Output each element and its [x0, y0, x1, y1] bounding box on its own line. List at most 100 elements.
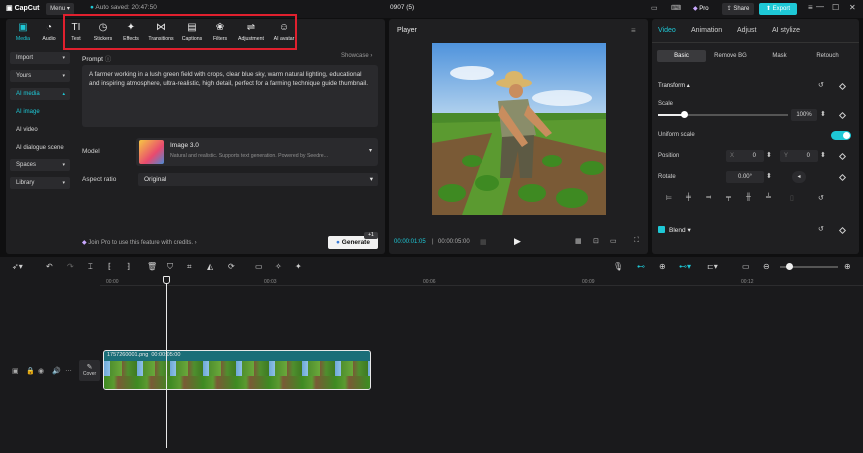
- caption-track-icon[interactable]: ▭: [742, 262, 750, 271]
- flip-icon[interactable]: ▯: [790, 194, 794, 202]
- ai-tool-icon[interactable]: ✦: [295, 262, 302, 271]
- align-right-icon[interactable]: ⫤: [706, 194, 711, 202]
- track-thumbnail-icon[interactable]: ▣: [12, 367, 19, 375]
- rotate-field[interactable]: 0.00°: [726, 171, 764, 183]
- stepper-icon[interactable]: ⬍: [820, 110, 826, 118]
- timecode-icon[interactable]: ▦: [480, 238, 487, 246]
- lock-icon[interactable]: 🔒: [26, 367, 35, 375]
- share-button[interactable]: ⇪ Share: [722, 3, 754, 15]
- magic-icon[interactable]: ✧: [275, 262, 282, 271]
- split-left-icon[interactable]: ⁅: [108, 262, 111, 271]
- more-icon[interactable]: …: [65, 366, 72, 373]
- subtab-retouch[interactable]: Retouch: [804, 50, 851, 62]
- resolution-icon[interactable]: ▭: [610, 237, 617, 245]
- align-center-h-icon[interactable]: ╪: [686, 194, 691, 201]
- stepper-icon[interactable]: ⬍: [820, 151, 826, 159]
- auto-snap-icon[interactable]: ⊷▾: [679, 262, 691, 271]
- zoom-in-icon[interactable]: ⊕: [844, 262, 851, 271]
- model-select[interactable]: Image 3.0 Natural and realistic. Support…: [136, 138, 378, 166]
- stepper-icon[interactable]: ⬍: [766, 151, 772, 159]
- nav-spaces-label: Spaces: [16, 162, 37, 168]
- aspect-select[interactable]: Original ▾: [138, 173, 378, 186]
- freeze-icon[interactable]: ▭: [255, 262, 263, 271]
- video-clip[interactable]: 1757260001.png 00:00:05:00: [103, 350, 371, 390]
- eye-icon[interactable]: ◉: [38, 367, 44, 375]
- playhead[interactable]: [166, 276, 167, 448]
- y-label: Y: [784, 153, 789, 159]
- scale-value-field[interactable]: 100%: [791, 109, 817, 121]
- nav-ai-media[interactable]: AI media ▴: [10, 88, 70, 100]
- zoom-slider-track[interactable]: [780, 263, 838, 270]
- layout-icon[interactable]: ▭: [651, 4, 658, 12]
- zoom-out-icon[interactable]: ⊖: [763, 262, 770, 271]
- nav-spaces[interactable]: Spaces ▾: [10, 159, 70, 171]
- nav-import[interactable]: Import ▾: [10, 52, 70, 64]
- tab-animation[interactable]: Animation: [691, 27, 722, 34]
- nav-yours[interactable]: Yours ▾: [10, 70, 70, 82]
- subtab-basic[interactable]: Basic: [657, 50, 706, 62]
- rotate-icon[interactable]: ⟳: [228, 262, 235, 271]
- keyboard-icon[interactable]: ⌨: [671, 4, 681, 12]
- rotate-dial[interactable]: ◂: [792, 171, 806, 183]
- toolbar-audio[interactable]: ◔ Audio: [34, 22, 64, 46]
- select-tool-icon[interactable]: ➶▾: [12, 262, 23, 271]
- position-x-field[interactable]: X0: [726, 150, 764, 162]
- nav-ai-dialogue[interactable]: AI dialogue scene: [10, 142, 76, 154]
- close-icon[interactable]: ✕: [849, 3, 856, 12]
- showcase-link[interactable]: Showcase ›: [341, 53, 372, 59]
- tab-adjust[interactable]: Adjust: [737, 27, 756, 34]
- align-center-v-icon[interactable]: ╫: [746, 194, 751, 201]
- nav-ai-image[interactable]: AI image: [10, 106, 70, 118]
- align-top-icon[interactable]: ╤: [726, 194, 731, 201]
- nav-library[interactable]: Library ▾: [10, 177, 70, 189]
- mirror-icon[interactable]: ◭: [207, 262, 213, 271]
- reset-icon[interactable]: ↺: [818, 194, 824, 202]
- split-right-icon[interactable]: ⁆: [127, 262, 130, 271]
- subtab-remove-bg[interactable]: Remove BG: [706, 50, 755, 62]
- reset-icon[interactable]: ↺: [818, 81, 824, 89]
- maximize-icon[interactable]: ☐: [832, 3, 839, 12]
- tab-video[interactable]: Video: [658, 27, 676, 34]
- transform-section[interactable]: Transform ▴: [658, 82, 690, 89]
- undo-icon[interactable]: ↶: [46, 262, 53, 271]
- align-left-icon[interactable]: ⊨: [666, 194, 672, 202]
- ratio-icon[interactable]: ▦: [575, 237, 582, 245]
- play-icon[interactable]: ▶: [514, 236, 521, 247]
- subtab-mask[interactable]: Mask: [755, 50, 804, 62]
- fullscreen-icon[interactable]: ⛶: [634, 237, 639, 245]
- nav-ai-video[interactable]: AI video: [10, 124, 70, 136]
- split-icon[interactable]: ⌶: [88, 262, 93, 272]
- crop-focus-icon[interactable]: ⊡: [593, 237, 599, 245]
- ruler-label: 00:12: [741, 279, 754, 285]
- position-y-field[interactable]: Y0: [780, 150, 818, 162]
- uniform-scale-toggle[interactable]: [831, 131, 851, 140]
- redo-icon[interactable]: ↷: [67, 262, 74, 271]
- prompt-input[interactable]: A farmer working in a lush green field w…: [82, 65, 378, 127]
- minimize-icon[interactable]: —: [816, 2, 824, 11]
- uniform-scale-label: Uniform scale: [658, 132, 695, 138]
- main-track-magnet-icon[interactable]: ⊷: [637, 262, 645, 271]
- playhead-handle[interactable]: [163, 276, 170, 284]
- preview-axis-icon[interactable]: ⊏▾: [707, 262, 718, 271]
- stepper-icon[interactable]: ⬍: [766, 172, 772, 180]
- blend-checkbox[interactable]: [658, 226, 665, 233]
- blend-section[interactable]: Blend ▾: [669, 226, 691, 234]
- tab-ai-stylize[interactable]: AI stylize: [772, 27, 800, 34]
- export-button[interactable]: ⬆ Export: [759, 3, 797, 15]
- crop-icon[interactable]: ⌗: [187, 262, 192, 272]
- window-menu-icon[interactable]: ≡: [808, 3, 813, 12]
- reset-icon[interactable]: ↺: [818, 225, 824, 233]
- join-pro-note[interactable]: ◆ Join Pro to use this feature with cred…: [82, 239, 197, 246]
- marker-icon[interactable]: ⛉: [167, 262, 173, 272]
- scale-slider-handle[interactable]: [681, 111, 688, 118]
- delete-icon[interactable]: 🗑: [147, 262, 157, 271]
- pro-badge[interactable]: ◆ Pro: [693, 3, 715, 15]
- microphone-icon[interactable]: 🎙: [613, 262, 623, 271]
- align-bottom-icon[interactable]: ╧: [766, 194, 771, 201]
- link-icon[interactable]: ⊕: [659, 262, 666, 271]
- scale-slider-track[interactable]: [658, 111, 788, 118]
- speaker-icon[interactable]: 🔊: [52, 367, 61, 375]
- cover-button[interactable]: ✎ Cover: [79, 360, 100, 381]
- player-menu-icon[interactable]: ≡: [631, 26, 636, 35]
- zoom-slider-handle[interactable]: [786, 263, 793, 270]
